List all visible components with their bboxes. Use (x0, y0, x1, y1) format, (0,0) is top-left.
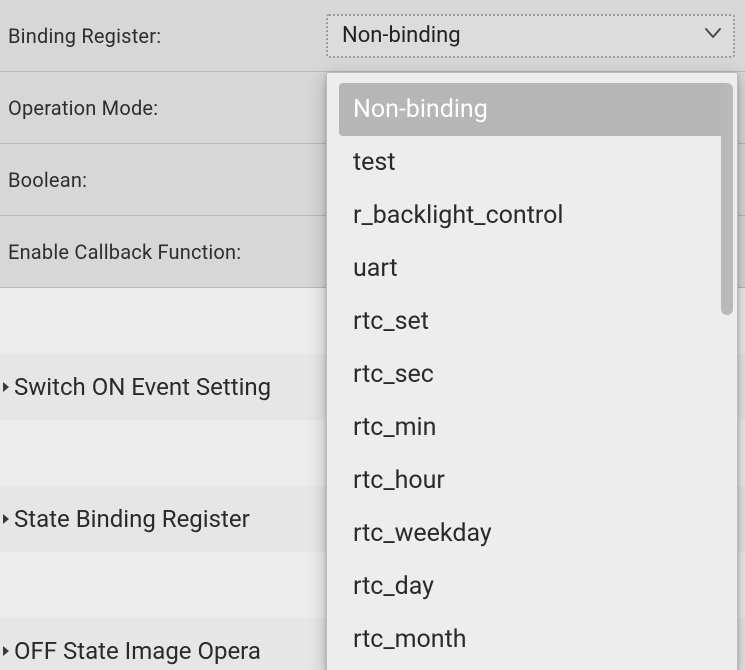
dropdown-option[interactable]: Non-binding (339, 83, 729, 136)
dropdown-option[interactable]: r_backlight_control (339, 189, 729, 242)
binding-register-combobox[interactable]: Non-binding (326, 14, 735, 58)
binding-register-value: Non-binding (342, 23, 461, 48)
dropdown-list: Non-binding test r_backlight_control uar… (333, 79, 731, 666)
properties-panel: Binding Register: Non-binding Operation … (0, 0, 745, 670)
dropdown-option[interactable]: rtc_day (339, 560, 729, 613)
dropdown-option[interactable]: rtc_set (339, 295, 729, 348)
section-title: State Binding Register (14, 505, 250, 533)
row-binding-register: Binding Register: Non-binding (0, 0, 745, 72)
section-title: Switch ON Event Setting (14, 373, 271, 401)
label-operation-mode: Operation Mode: (8, 96, 326, 120)
dropdown-option[interactable]: uart (339, 242, 729, 295)
expand-icon (0, 486, 12, 552)
dropdown-option[interactable]: rtc_min (339, 401, 729, 454)
chevron-down-icon (703, 23, 723, 49)
dropdown-option[interactable]: rtc_sec (339, 348, 729, 401)
expand-icon (0, 618, 12, 670)
section-title: OFF State Image Opera (14, 637, 261, 665)
expand-icon (0, 354, 12, 420)
label-enable-callback: Enable Callback Function: (8, 240, 326, 264)
dropdown-scrollbar[interactable] (721, 83, 733, 315)
dropdown-option[interactable]: rtc_hour (339, 454, 729, 507)
dropdown-option[interactable]: test (339, 136, 729, 189)
dropdown-option[interactable]: rtc_month (339, 613, 729, 666)
label-binding-register: Binding Register: (8, 24, 326, 48)
label-boolean: Boolean: (8, 168, 326, 192)
dropdown-option[interactable]: rtc_weekday (339, 507, 729, 560)
binding-register-dropdown: Non-binding test r_backlight_control uar… (326, 72, 738, 670)
